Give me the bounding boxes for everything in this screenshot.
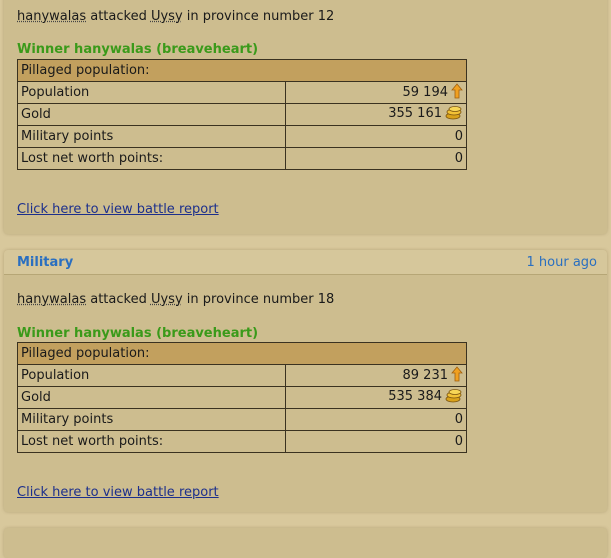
table-header: Pillaged population: bbox=[17, 342, 467, 365]
table-row: Lost net worth points: 0 bbox=[16, 147, 467, 170]
report-panel-2: Military 1 hour ago hanywalas attacked U… bbox=[4, 250, 607, 512]
attack-verb: attacked bbox=[90, 292, 147, 307]
population-arrow-icon bbox=[451, 82, 463, 103]
defender-name[interactable]: Uysy bbox=[151, 9, 183, 24]
report-panel-3 bbox=[4, 528, 607, 558]
row-label: Lost net worth points: bbox=[16, 430, 287, 453]
province-text: in province number 18 bbox=[186, 292, 335, 307]
battle-report-link[interactable]: Click here to view battle report bbox=[17, 202, 219, 217]
attack-summary: hanywalas attacked Uysy in province numb… bbox=[17, 292, 334, 307]
row-value: 355 161 bbox=[388, 106, 442, 121]
row-label: Military points bbox=[16, 408, 287, 431]
report-panel-1: hanywalas attacked Uysy in province numb… bbox=[4, 0, 607, 234]
battle-report-link[interactable]: Click here to view battle report bbox=[17, 485, 219, 500]
timestamp: 1 hour ago bbox=[526, 254, 597, 270]
row-value: 0 bbox=[285, 125, 467, 148]
attacker-name[interactable]: hanywalas bbox=[17, 292, 86, 307]
gold-coins-icon bbox=[445, 105, 463, 124]
table-row: Lost net worth points: 0 bbox=[16, 430, 467, 453]
row-label: Population bbox=[16, 81, 287, 104]
attacker-name[interactable]: hanywalas bbox=[17, 9, 86, 24]
row-label: Gold bbox=[16, 386, 287, 409]
category-label[interactable]: Military bbox=[17, 255, 73, 270]
table-row: Population 59 194 bbox=[16, 81, 467, 104]
panel-header: Military 1 hour ago bbox=[4, 250, 607, 275]
row-value: 0 bbox=[285, 430, 467, 453]
row-value: 535 384 bbox=[388, 389, 442, 404]
winner-label: Winner hanywalas (breaveheart) bbox=[17, 326, 259, 341]
row-value: 89 231 bbox=[402, 367, 449, 383]
row-label: Population bbox=[16, 364, 287, 387]
population-arrow-icon bbox=[451, 365, 463, 386]
winner-label: Winner hanywalas (breaveheart) bbox=[17, 42, 259, 57]
table-header: Pillaged population: bbox=[17, 59, 467, 82]
row-value: 0 bbox=[285, 408, 467, 431]
table-row: Population 89 231 bbox=[16, 364, 467, 387]
table-row: Military points 0 bbox=[16, 408, 467, 431]
table-row: Gold 355 161 bbox=[16, 103, 467, 126]
row-label: Gold bbox=[16, 103, 287, 126]
defender-name[interactable]: Uysy bbox=[151, 292, 183, 307]
gold-coins-icon bbox=[445, 388, 463, 407]
table-row: Military points 0 bbox=[16, 125, 467, 148]
attack-summary: hanywalas attacked Uysy in province numb… bbox=[17, 9, 334, 24]
row-value: 59 194 bbox=[402, 84, 449, 100]
province-text: in province number 12 bbox=[186, 9, 335, 24]
pillage-table: Pillaged population: Population 59 194 G… bbox=[16, 59, 467, 170]
table-row: Gold 535 384 bbox=[16, 386, 467, 409]
attack-verb: attacked bbox=[90, 9, 147, 24]
row-label: Lost net worth points: bbox=[16, 147, 287, 170]
pillage-table: Pillaged population: Population 89 231 G… bbox=[16, 342, 467, 453]
row-label: Military points bbox=[16, 125, 287, 148]
row-value: 0 bbox=[285, 147, 467, 170]
